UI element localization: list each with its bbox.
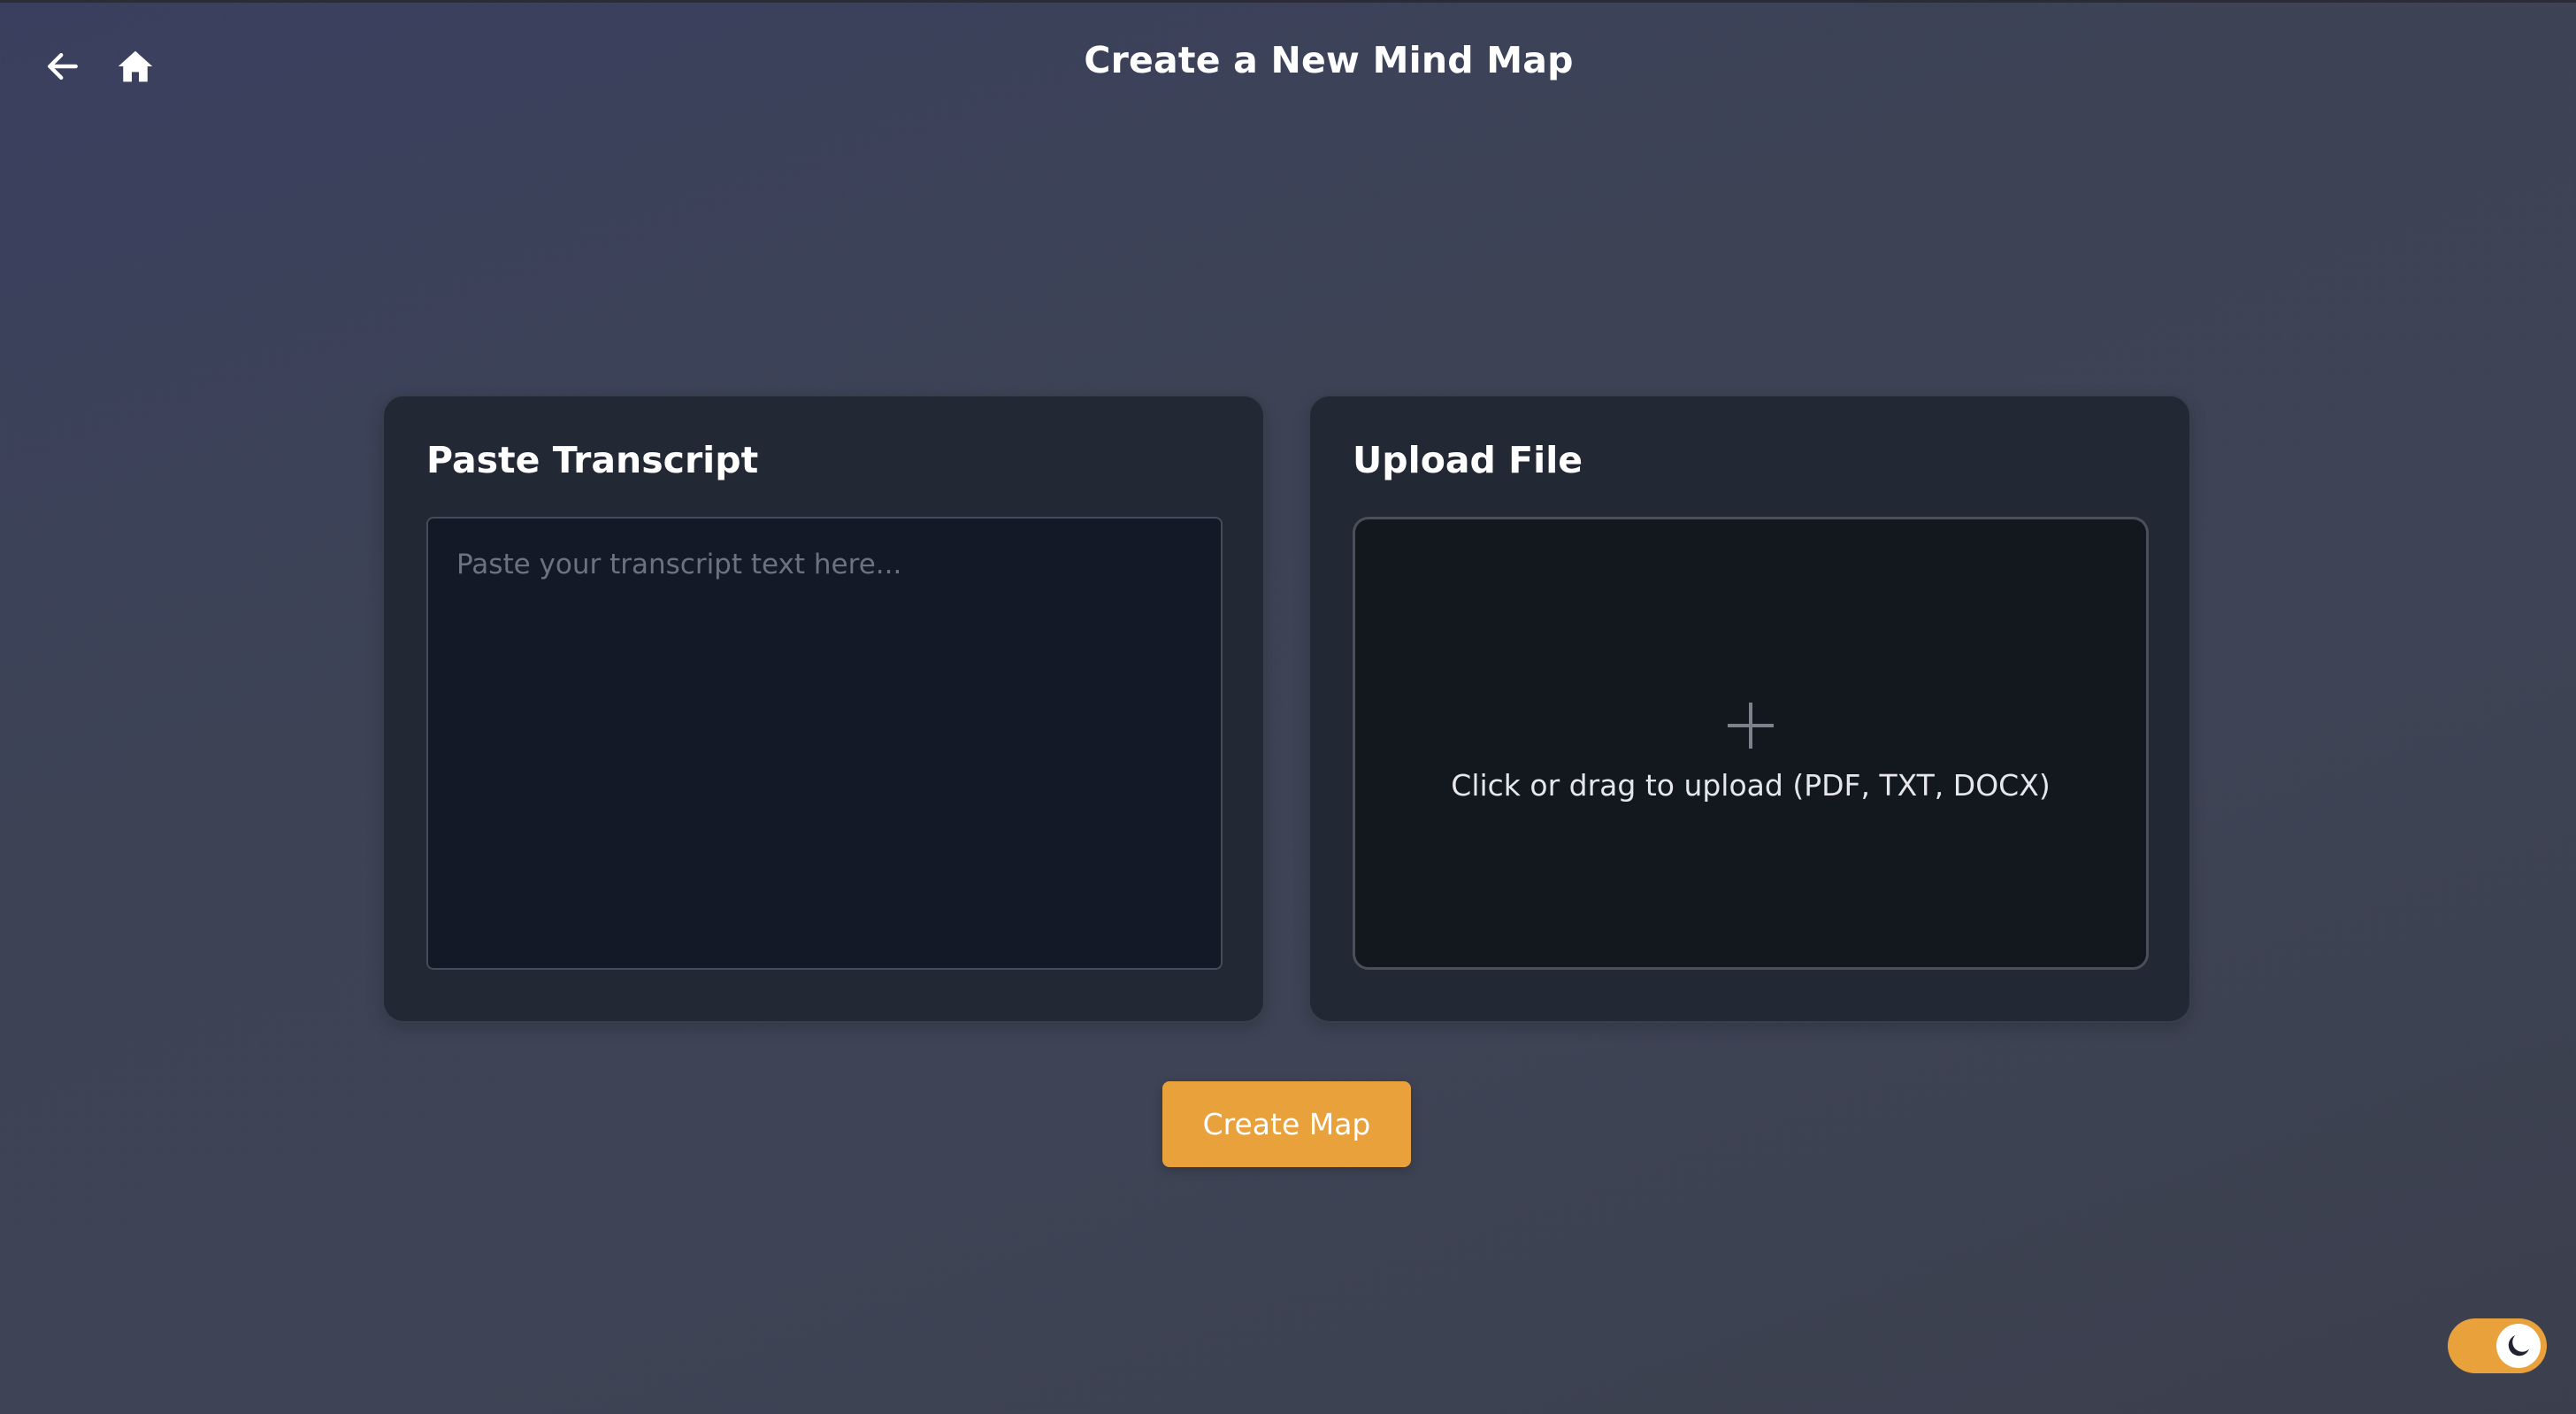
toggle-knob — [2496, 1324, 2541, 1368]
theme-toggle[interactable] — [2448, 1318, 2547, 1373]
page-title: Create a New Mind Map — [1084, 39, 1574, 81]
file-upload-dropzone[interactable]: Click or drag to upload (PDF, TXT, DOCX) — [1353, 517, 2149, 970]
create-map-button[interactable]: Create Map — [1162, 1081, 1411, 1167]
upload-prompt: Click or drag to upload (PDF, TXT, DOCX) — [1451, 767, 2051, 803]
upload-file-title: Upload File — [1353, 439, 1583, 481]
paste-transcript-card: Paste Transcript — [382, 395, 1265, 1023]
upload-file-card: Upload File Click or drag to upload (PDF… — [1308, 395, 2191, 1023]
paste-transcript-title: Paste Transcript — [426, 439, 759, 481]
moon-icon — [2508, 1334, 2530, 1356]
transcript-input[interactable] — [426, 517, 1223, 970]
top-border — [0, 0, 2576, 3]
plus-icon — [1728, 702, 1774, 749]
